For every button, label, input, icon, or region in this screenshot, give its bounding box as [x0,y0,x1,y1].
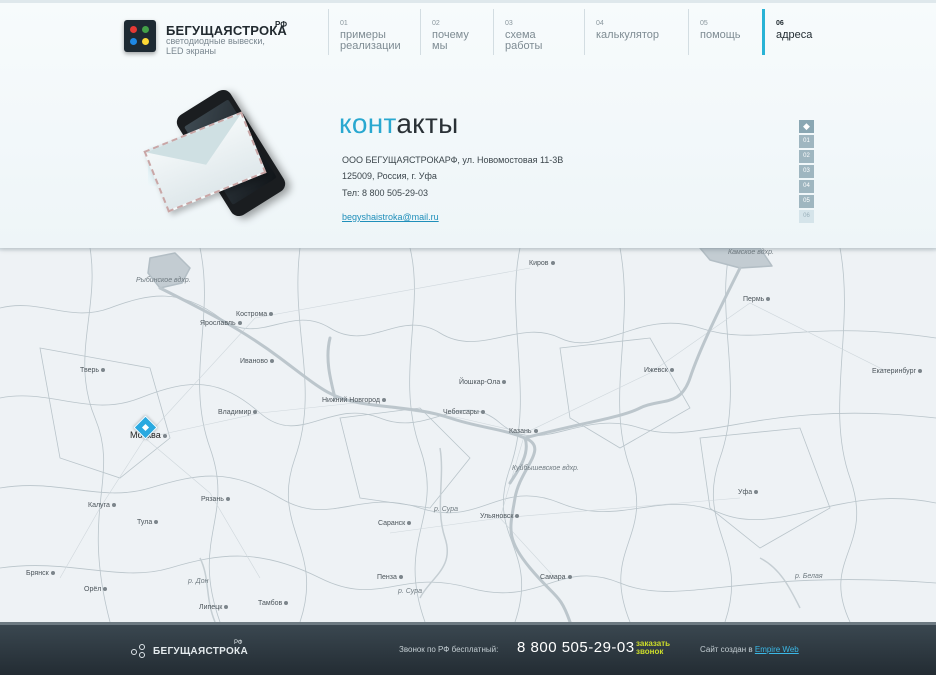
nav-label: калькулятор [596,29,660,41]
nav-number: 03 [505,20,513,27]
city-label: Казань [509,428,538,435]
company-address: ООО БЕГУЩАЯСТРОКАРФ, ул. Новомостовая 11… [342,155,564,165]
nav-number: 01 [340,20,348,27]
city-label: Киров [529,260,555,267]
postal-address: 125009, Россия, г. Уфа [342,171,437,181]
order-call-button[interactable]: заказать звонок [636,640,670,656]
city-label: Орёл [84,586,108,593]
water-label: Рыбинское вдхр. [136,277,191,284]
site-logo[interactable]: БЕГУЩАЯСТРОКА РФ светодиодные вывески, L… [124,20,294,60]
city-label: Рязань [201,496,230,503]
city-label: Ярославль [200,320,242,327]
pager-item[interactable]: 04 [799,180,814,193]
pager-item[interactable]: 01 [799,135,814,148]
water-label: р. Дон [188,578,209,585]
page-title: контакты [339,108,459,140]
city-label: Калуга [88,502,116,509]
nav-number: 02 [432,20,440,27]
nav-label: схема работы [505,29,543,52]
city-label: Тверь [80,367,106,374]
city-label: Липецк [199,604,229,611]
pager-item-active[interactable]: 06 [799,210,814,223]
nav-item-help[interactable]: 05 помощь [688,9,762,55]
logo-tagline: светодиодные вывески, LED экраны [166,36,265,56]
title-accent: конт [339,108,397,139]
nav-number: 04 [596,20,604,27]
mail-phone-illustration [143,86,313,220]
city-label: Тамбов [258,600,289,607]
empire-web-link[interactable]: Empire Web [755,645,799,654]
footer-phone: 8 800 505-29-03 [517,639,635,656]
city-label: Ижевск [644,367,674,374]
free-call-label: Звонок по РФ бесплатный: [399,645,499,654]
city-label: Чебоксары [443,409,485,416]
water-label: р. Белая [795,573,823,580]
nav-label: почему мы [432,29,469,52]
city-label: Саранск [378,520,412,527]
city-label: Йошкар-Ола [459,379,507,386]
nav-label: помощь [700,29,741,41]
nav-item-addresses[interactable]: 06 адреса [762,9,842,55]
nav-item-calculator[interactable]: 04 калькулятор [584,9,688,55]
site-credit-prefix: Сайт создан в [700,645,753,654]
water-label: Куйбышевское вдхр. [512,465,579,472]
city-label: Иваново [240,358,274,365]
city-label: Владимир [218,409,258,416]
page-pager: ◆ 01 02 03 04 05 06 [799,120,814,225]
water-label: р. Сура [434,506,459,513]
email-link[interactable]: begyshaistroka@mail.ru [342,212,439,222]
contact-phone: Тел: 8 800 505-29-03 [342,188,429,198]
diamond-icon[interactable]: ◆ [799,120,814,133]
nav-item-why-us[interactable]: 02 почему мы [420,9,493,55]
nav-item-examples[interactable]: 01 примеры реализации [328,9,420,55]
city-label: Тула [137,519,159,526]
pager-item[interactable]: 03 [799,165,814,178]
city-label: Нижний Новгород [322,397,386,404]
logo-suffix: РФ [275,20,288,29]
city-label: Пермь [743,296,771,303]
nav-number: 06 [776,20,784,27]
city-label: Уфа [738,489,759,496]
city-label: Пенза [377,574,403,581]
city-label: Самара [540,574,572,581]
logo-dots-icon [131,644,147,658]
nav-label: примеры реализации [340,29,401,52]
nav-number: 05 [700,20,708,27]
nav-item-workflow[interactable]: 03 схема работы [493,9,584,55]
pager-item[interactable]: 02 [799,150,814,163]
city-label: Кострома [236,311,274,318]
footer-logo-text: БЕГУЩАЯСТРОКА [153,646,248,657]
header-panel: БЕГУЩАЯСТРОКА РФ светодиодные вывески, L… [0,0,936,252]
pager-item[interactable]: 05 [799,195,814,208]
logo-icon [124,20,156,52]
city-label: Екатеринбург [872,368,923,375]
footer: БЕГУЩАЯСТРОКА РФ Звонок по РФ бесплатный… [0,622,936,675]
city-label: Ульяновск [480,513,520,520]
water-label: р. Сура [398,588,423,595]
title-rest: акты [396,108,459,139]
city-label: Брянск [26,570,55,577]
site-credit: Сайт создан в Empire Web [700,645,799,654]
footer-logo-suffix: РФ [234,640,243,646]
nav-label: адреса [776,29,813,41]
